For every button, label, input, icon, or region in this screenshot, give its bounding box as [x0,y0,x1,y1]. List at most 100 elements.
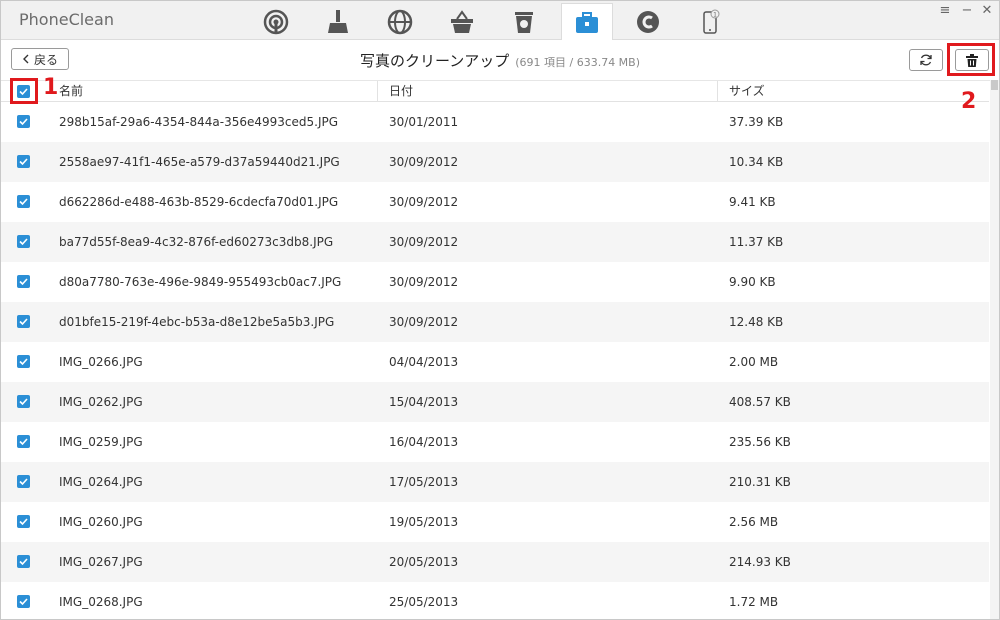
check-icon [19,278,28,286]
row-checkbox[interactable] [17,115,30,128]
check-icon [19,158,28,166]
row-checkbox[interactable] [17,315,30,328]
table-row[interactable]: IMG_0268.JPG 25/05/2013 1.72 MB [1,582,989,619]
table-row[interactable]: IMG_0259.JPG 16/04/2013 235.56 KB [1,422,989,462]
table-row[interactable]: d01bfe15-219f-4ebc-b53a-d8e12be5a5b3.JPG… [1,302,989,342]
file-date: 30/09/2012 [389,235,459,249]
table-row[interactable]: IMG_0267.JPG 20/05/2013 214.93 KB [1,542,989,582]
column-divider[interactable] [377,81,378,101]
tab-basket[interactable] [437,4,487,39]
tab-toolbox[interactable] [561,3,613,41]
tab-copyright[interactable] [623,4,673,39]
toolbar: 戻る 写真のクリーンアップ (691 項目 / 633.74 MB) [1,40,999,81]
basket-icon [451,9,473,33]
table-row[interactable]: d80a7780-763e-496e-9849-955493cb0ac7.JPG… [1,262,989,302]
item-count: (691 項目 / 633.74 MB) [515,56,641,69]
refresh-button[interactable] [909,49,943,71]
row-checkbox[interactable] [17,355,30,368]
table-row[interactable]: IMG_0266.JPG 04/04/2013 2.00 MB [1,342,989,382]
close-icon[interactable]: ✕ [977,3,997,18]
column-divider[interactable] [717,81,718,101]
row-checkbox[interactable] [17,555,30,568]
file-date: 30/01/2011 [389,115,459,129]
file-size: 1.72 MB [729,595,779,609]
file-name: ba77d55f-8ea9-4c32-876f-ed60273c3db8.JPG [59,235,334,249]
file-size: 9.90 KB [729,275,776,289]
scrollbar-thumb[interactable] [991,80,998,90]
tab-trash[interactable] [499,4,549,39]
file-date: 30/09/2012 [389,315,459,329]
file-size: 214.93 KB [729,555,791,569]
trash-bin-icon [515,11,533,33]
row-checkbox[interactable] [17,395,30,408]
tab-device[interactable]: 1 [685,4,735,39]
file-size: 12.48 KB [729,315,784,329]
signal-icon [263,9,289,34]
minimize-icon[interactable]: − [957,3,977,18]
file-date: 15/04/2013 [389,395,459,409]
row-checkbox[interactable] [17,515,30,528]
tab-signal[interactable] [251,4,301,39]
column-header-date[interactable]: 日付 [381,81,717,101]
check-icon [19,478,28,486]
row-checkbox[interactable] [17,595,30,608]
app-window: PhoneClean 1 ≡ − ✕ 戻る 写真のクリーンアップ (691 項目… [0,0,1000,620]
table-row[interactable]: d662286d-e488-463b-8529-6cdecfa70d01.JPG… [1,182,989,222]
check-icon [19,198,28,206]
file-size: 2.56 MB [729,515,779,529]
file-name: IMG_0266.JPG [59,355,143,369]
table-row[interactable]: IMG_0262.JPG 15/04/2013 408.57 KB [1,382,989,422]
file-name: 2558ae97-41f1-465e-a579-d37a59440d21.JPG [59,155,340,169]
check-icon [19,318,28,326]
file-name: d01bfe15-219f-4ebc-b53a-d8e12be5a5b3.JPG [59,315,335,329]
check-icon [19,398,28,406]
file-name: IMG_0260.JPG [59,515,143,529]
file-name: IMG_0259.JPG [59,435,143,449]
file-size: 10.34 KB [729,155,784,169]
table-row[interactable]: ba77d55f-8ea9-4c32-876f-ed60273c3db8.JPG… [1,222,989,262]
scrollbar-track[interactable] [990,80,999,619]
table-row[interactable]: IMG_0264.JPG 17/05/2013 210.31 KB [1,462,989,502]
check-icon [19,238,28,246]
file-date: 17/05/2013 [389,475,459,489]
file-size: 9.41 KB [729,195,776,209]
row-checkbox[interactable] [17,435,30,448]
row-checkbox[interactable] [17,155,30,168]
tab-internet[interactable] [375,4,425,39]
check-icon [19,118,28,126]
device-badge: 1 [713,11,717,18]
table-row[interactable]: 298b15af-29a6-4354-844a-356e4993ced5.JPG… [1,102,989,142]
file-date: 30/09/2012 [389,195,459,209]
file-date: 16/04/2013 [389,435,459,449]
file-date: 19/05/2013 [389,515,459,529]
file-name: IMG_0268.JPG [59,595,143,609]
broom-icon [328,9,348,33]
page-title-text: 写真のクリーンアップ [359,52,510,70]
table-row[interactable]: 2558ae97-41f1-465e-a579-d37a59440d21.JPG… [1,142,989,182]
row-checkbox[interactable] [17,195,30,208]
toolbox-icon [576,11,598,33]
check-icon [19,558,28,566]
file-size: 11.37 KB [729,235,784,249]
file-size: 210.31 KB [729,475,791,489]
column-header-name[interactable]: 名前 [51,81,377,101]
globe-icon [387,9,413,34]
app-title: PhoneClean [19,10,114,29]
column-header-size[interactable]: サイズ [721,81,989,101]
file-name: 298b15af-29a6-4354-844a-356e4993ced5.JPG [59,115,339,129]
table-header: 名前 日付 サイズ [1,81,989,102]
title-bar: PhoneClean 1 ≡ − ✕ [1,1,999,41]
table-row[interactable]: IMG_0260.JPG 19/05/2013 2.56 MB [1,502,989,542]
check-icon [19,358,28,366]
page-title: 写真のクリーンアップ (691 項目 / 633.74 MB) [1,50,999,71]
row-checkbox[interactable] [17,475,30,488]
menu-icon[interactable]: ≡ [935,3,955,18]
file-name: IMG_0262.JPG [59,395,143,409]
file-date: 30/09/2012 [389,275,459,289]
tab-cleaning[interactable] [313,4,363,39]
phone-icon: 1 [703,9,720,34]
row-checkbox[interactable] [17,275,30,288]
file-size: 37.39 KB [729,115,784,129]
row-checkbox[interactable] [17,235,30,248]
refresh-icon [920,54,932,66]
